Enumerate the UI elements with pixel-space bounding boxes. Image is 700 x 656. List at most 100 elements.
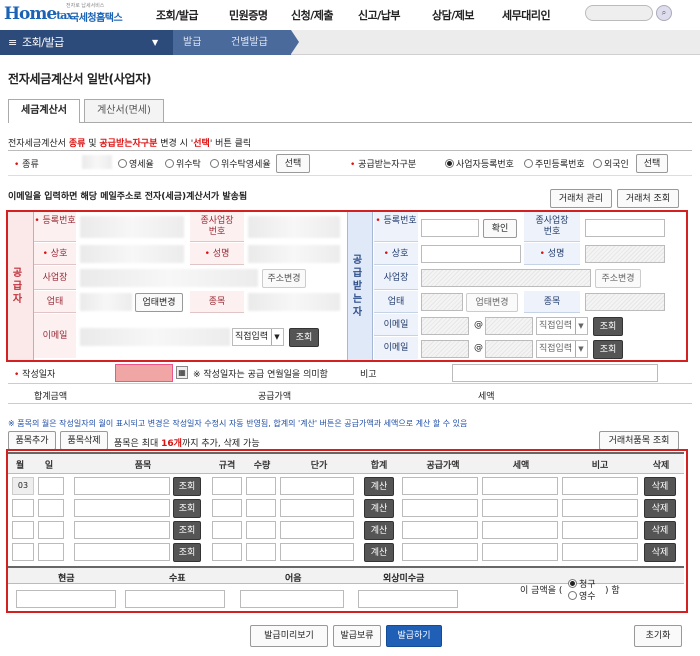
row-item-input[interactable] [74, 477, 170, 495]
row-spec-input[interactable] [212, 543, 242, 561]
row-spec-input[interactable] [212, 499, 242, 517]
row-item-input[interactable] [74, 543, 170, 561]
breadcrumb-issue[interactable]: 발급 [173, 30, 221, 55]
tab-invoice-exempt[interactable]: 계산서(면세) [84, 99, 164, 123]
receiver-email2-select[interactable]: 직접입력 ▼ [536, 340, 588, 358]
row-calc-button[interactable]: 계산 [364, 499, 394, 518]
kind-option-consignment-zero[interactable]: 위수탁영세율 [210, 157, 271, 170]
row-item-lookup-button[interactable]: 조회 [173, 521, 201, 540]
supplier-email-lookup-button[interactable]: 조회 [289, 328, 319, 347]
row-item-input[interactable] [74, 499, 170, 517]
issue-button[interactable]: 발급하기 [386, 625, 442, 647]
row-day-input[interactable] [38, 521, 64, 539]
receiver-biztype-change-button[interactable]: 업태변경 [466, 293, 518, 312]
row-delete-button[interactable]: 삭제 [644, 499, 676, 518]
receiver-type-resident[interactable]: 주민등록번호 [524, 157, 585, 170]
payment-bill-input[interactable] [240, 590, 344, 608]
kind-select-button[interactable]: 선택 [276, 154, 310, 173]
payment-option-receipt[interactable]: 영수 [568, 589, 596, 602]
receiver-email1-select[interactable]: 직접입력 ▼ [536, 317, 588, 335]
row-month-input[interactable] [12, 499, 34, 517]
row-price-input[interactable] [280, 477, 354, 495]
row-month-input[interactable]: 03 [12, 477, 34, 495]
row-price-input[interactable] [280, 499, 354, 517]
row-delete-button[interactable]: 삭제 [644, 543, 676, 562]
issue-preview-button[interactable]: 발급미리보기 [250, 625, 328, 647]
search-icon[interactable]: ⌕ [656, 5, 672, 21]
breadcrumb-main[interactable]: ≡ 조회/발급 ▼ [0, 30, 173, 55]
nav-report-payment[interactable]: 신고/납부 [358, 7, 401, 23]
receiver-type-select-button[interactable]: 선택 [636, 154, 668, 173]
row-day-input[interactable] [38, 477, 64, 495]
calendar-icon[interactable]: ▦ [176, 366, 188, 379]
receiver-type-foreigner[interactable]: 외국인 [593, 157, 629, 170]
row-spec-input[interactable] [212, 521, 242, 539]
top-search-input[interactable] [585, 5, 653, 21]
partner-item-lookup-button[interactable]: 거래처품목 조회 [599, 431, 679, 450]
receiver-name-input[interactable] [421, 245, 521, 263]
receiver-type-bizno[interactable]: 사업자등록번호 [445, 157, 514, 170]
row-supply-input[interactable] [402, 543, 478, 561]
row-day-input[interactable] [38, 543, 64, 561]
reset-button[interactable]: 초기화 [634, 625, 682, 647]
row-tax-input[interactable] [482, 477, 558, 495]
row-remark-input[interactable] [562, 477, 638, 495]
row-remark-input[interactable] [562, 521, 638, 539]
row-supply-input[interactable] [402, 521, 478, 539]
row-qty-input[interactable] [246, 521, 276, 539]
receiver-address-change-button[interactable]: 주소변경 [595, 269, 641, 288]
supplier-email-domain-select[interactable]: 직접입력 ▼ [232, 328, 284, 346]
row-delete-button[interactable]: 삭제 [644, 521, 676, 540]
row-item-lookup-button[interactable]: 조회 [173, 543, 201, 562]
payment-check-input[interactable] [125, 590, 225, 608]
row-calc-button[interactable]: 계산 [364, 477, 394, 496]
receiver-email1-lookup-button[interactable]: 조회 [593, 317, 623, 336]
row-qty-input[interactable] [246, 499, 276, 517]
supplier-address-change-button[interactable]: 주소변경 [262, 269, 306, 288]
breadcrumb-single-issue[interactable]: 건별발급 [221, 30, 291, 55]
row-qty-input[interactable] [246, 543, 276, 561]
nav-application-submission[interactable]: 신청/제출 [291, 7, 334, 23]
row-item-lookup-button[interactable]: 조회 [173, 499, 201, 518]
row-calc-button[interactable]: 계산 [364, 521, 394, 540]
row-month-input[interactable] [12, 521, 34, 539]
payment-cash-input[interactable] [16, 590, 116, 608]
receiver-email1-id-input[interactable] [421, 317, 469, 335]
payment-credit-input[interactable] [358, 590, 458, 608]
receiver-ceo-input[interactable] [585, 245, 665, 263]
row-price-input[interactable] [280, 521, 354, 539]
row-calc-button[interactable]: 계산 [364, 543, 394, 562]
issue-hold-button[interactable]: 발급보류 [333, 625, 381, 647]
kind-option-consignment[interactable]: 위수탁 [165, 157, 201, 170]
row-item-input[interactable] [74, 521, 170, 539]
menu-icon[interactable]: ≡ [8, 30, 17, 55]
receiver-email1-domain-input[interactable] [485, 317, 533, 335]
write-date-input[interactable] [115, 364, 173, 382]
row-day-input[interactable] [38, 499, 64, 517]
kind-option-zero-rate[interactable]: 영세율 [118, 157, 154, 170]
supplier-biztype-change-button[interactable]: 업태변경 [135, 293, 183, 312]
row-tax-input[interactable] [482, 521, 558, 539]
delete-item-button[interactable]: 품목삭제 [60, 431, 108, 450]
row-remark-input[interactable] [562, 499, 638, 517]
add-item-button[interactable]: 품목추가 [8, 431, 56, 450]
row-item-lookup-button[interactable]: 조회 [173, 477, 201, 496]
receiver-email2-domain-input[interactable] [485, 340, 533, 358]
receiver-item-input[interactable] [585, 293, 665, 311]
nav-civil-certificates[interactable]: 민원증명 [229, 7, 268, 23]
receiver-regno-confirm-button[interactable]: 확인 [483, 219, 517, 238]
row-delete-button[interactable]: 삭제 [644, 477, 676, 496]
receiver-branch-input[interactable] [585, 219, 665, 237]
row-qty-input[interactable] [246, 477, 276, 495]
row-remark-input[interactable] [562, 543, 638, 561]
row-spec-input[interactable] [212, 477, 242, 495]
receiver-email2-lookup-button[interactable]: 조회 [593, 340, 623, 359]
nav-tax-agent[interactable]: 세무대리인 [502, 7, 551, 23]
tab-tax-invoice[interactable]: 세금계산서 [8, 99, 80, 123]
receiver-email2-id-input[interactable] [421, 340, 469, 358]
row-supply-input[interactable] [402, 499, 478, 517]
partner-lookup-button[interactable]: 거래처 조회 [617, 189, 679, 208]
row-supply-input[interactable] [402, 477, 478, 495]
nav-consult-report[interactable]: 상담/제보 [432, 7, 475, 23]
receiver-address-input[interactable] [421, 269, 591, 287]
